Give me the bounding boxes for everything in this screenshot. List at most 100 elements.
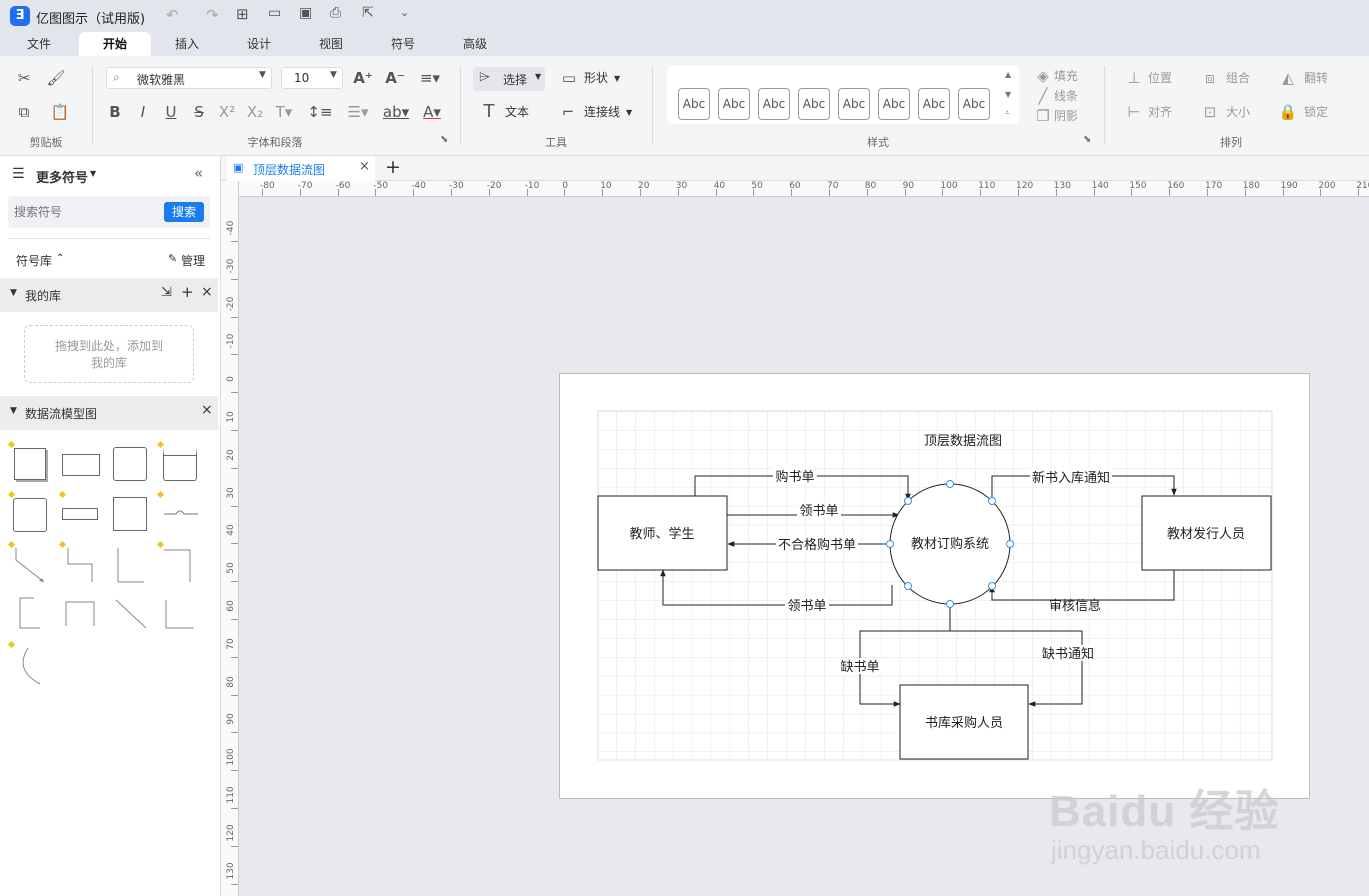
drop-zone[interactable]: 拖拽到此处，添加到我的库 [24,325,194,383]
tab-view[interactable]: 视图 [302,32,360,56]
size-icon[interactable]: ⊡ [1200,102,1220,122]
shape-tool-label[interactable]: 形状 [584,68,608,88]
align-label[interactable]: 对齐 [1148,102,1172,122]
search-input[interactable] [14,202,154,222]
font-size-select[interactable]: 10 ▼ [281,67,343,89]
superscript-icon[interactable]: X² [216,102,238,122]
font-dialog-icon[interactable]: ⬊ [440,134,448,145]
symbol-connector-1[interactable] [14,546,50,586]
shadow-icon[interactable]: ❐ [1034,106,1052,126]
connection-point[interactable] [904,582,912,590]
style-swatch[interactable]: Abc [878,88,910,120]
chevron-up-icon[interactable]: ⌃ [56,253,64,264]
line-label[interactable]: 线条 [1054,86,1078,106]
lock-icon[interactable]: 🔒 [1278,102,1298,122]
fill-label[interactable]: 填充 [1054,66,1078,86]
redo-icon[interactable]: ↷ [206,6,219,24]
copy-icon[interactable]: ⧉ [14,102,34,122]
connector-icon[interactable]: ⌐ [557,102,579,122]
symbol-connector-7[interactable] [114,596,150,636]
connection-point[interactable] [904,497,912,505]
symbol-connector-5[interactable] [14,596,48,636]
symbol-rounded-rectangle[interactable] [113,447,147,481]
text-tool-label[interactable]: 文本 [505,102,529,122]
manage-button[interactable]: 管理 [181,252,205,269]
tab-advanced[interactable]: 高级 [446,32,504,56]
connector-tool-label[interactable]: 连接线 [584,102,620,122]
export-icon[interactable]: ⇱ [362,5,374,21]
document-tab[interactable]: ▣ 顶层数据流图 × [227,156,375,181]
symbol-connector-4[interactable] [162,546,196,586]
close-icon[interactable]: × [201,284,213,300]
search-button[interactable]: 搜索 [164,202,204,222]
align-icon[interactable]: ≡▾ [416,68,444,88]
close-icon[interactable]: × [201,402,213,418]
style-swatch[interactable]: Abc [838,88,870,120]
style-swatch[interactable]: Abc [918,88,950,120]
text-tool-icon[interactable]: T [478,102,500,122]
font-color-icon[interactable]: A▾ [418,102,446,122]
style-swatch[interactable]: Abc [758,88,790,120]
style-swatch[interactable]: Abc [958,88,990,120]
position-icon[interactable]: ⊥ [1124,68,1144,88]
style-swatch[interactable]: Abc [678,88,710,120]
underline-icon[interactable]: U [162,102,180,122]
increase-font-icon[interactable]: A⁺ [352,68,374,88]
symbol-open-store[interactable] [62,508,98,520]
symbol-flow-line[interactable] [162,504,200,524]
tab-symbols[interactable]: 符号 [374,32,432,56]
new-file-icon[interactable]: ⊞ [236,5,249,23]
group-icon[interactable]: ⧈ [1200,68,1220,88]
collapse-panel-icon[interactable]: « [194,164,203,182]
tab-file[interactable]: 文件 [10,32,68,56]
symbol-entity-box[interactable] [13,498,47,532]
bold-icon[interactable]: B [106,102,124,122]
position-label[interactable]: 位置 [1148,68,1172,88]
tab-home[interactable]: 开始 [79,32,151,56]
symbol-connector-3[interactable] [114,546,148,586]
add-icon[interactable]: + [181,283,194,301]
connection-point[interactable] [1006,540,1014,548]
symbol-rectangle[interactable] [62,454,100,476]
panel-title[interactable]: 更多符号 [36,167,88,186]
connection-point[interactable] [988,497,996,505]
print-icon[interactable]: ⎙ [330,5,341,21]
flip-label[interactable]: 翻转 [1304,68,1328,88]
tab-insert[interactable]: 插入 [158,32,216,56]
paste-icon[interactable]: 📋 [46,102,74,122]
dfd-library-header[interactable]: ▼ 数据流模型图 × [0,396,218,430]
line-style-icon[interactable]: ╱ [1034,86,1052,106]
tab-design[interactable]: 设计 [230,32,288,56]
connection-point[interactable] [946,600,954,608]
my-library-header[interactable]: ▼ 我的库 ⇲ + × [0,278,218,312]
connection-point[interactable] [886,540,894,548]
manage-icon[interactable]: ✎ [168,252,177,265]
drawing-canvas[interactable]: 顶层数据流图 教师、学生 教材发行人员 书库采购人员 教材订购系统 购书单 领书… [239,197,1369,896]
italic-icon[interactable]: I [134,102,152,122]
diagram-title[interactable]: 顶层数据流图 [924,433,1002,448]
symbol-datastore[interactable] [14,448,46,480]
style-swatch[interactable]: Abc [718,88,750,120]
size-label[interactable]: 大小 [1226,102,1250,122]
symbol-connector-8[interactable] [162,596,198,636]
rectangle-icon[interactable]: ▭ [559,68,579,88]
bullet-list-icon[interactable]: ☰▾ [344,102,372,122]
lock-label[interactable]: 锁定 [1304,102,1328,122]
subscript-icon[interactable]: X₂ [244,102,266,122]
new-tab-icon[interactable]: + [385,156,401,178]
expand-gallery-icon[interactable]: ⩡ [1005,108,1010,118]
select-tool-button[interactable]: ⌲ 选择 ▼ [473,67,545,91]
shadow-label[interactable]: 阴影 [1054,106,1078,126]
highlight-icon[interactable]: ab▾ [382,102,410,122]
import-icon[interactable]: ⇲ [161,285,172,300]
scroll-up-icon[interactable]: ▲ [1005,70,1011,79]
symbol-arc[interactable] [14,644,48,690]
text-case-icon[interactable]: T▾ [272,102,296,122]
symbol-process-box[interactable] [163,447,197,481]
symbol-connector-2[interactable] [66,546,98,586]
fill-icon[interactable]: ◈ [1034,66,1052,86]
decrease-font-icon[interactable]: A⁻ [384,68,406,88]
flip-icon[interactable]: ◭ [1278,68,1298,88]
symbol-connector-6[interactable] [62,596,100,636]
save-icon[interactable]: ▣ [299,5,312,21]
